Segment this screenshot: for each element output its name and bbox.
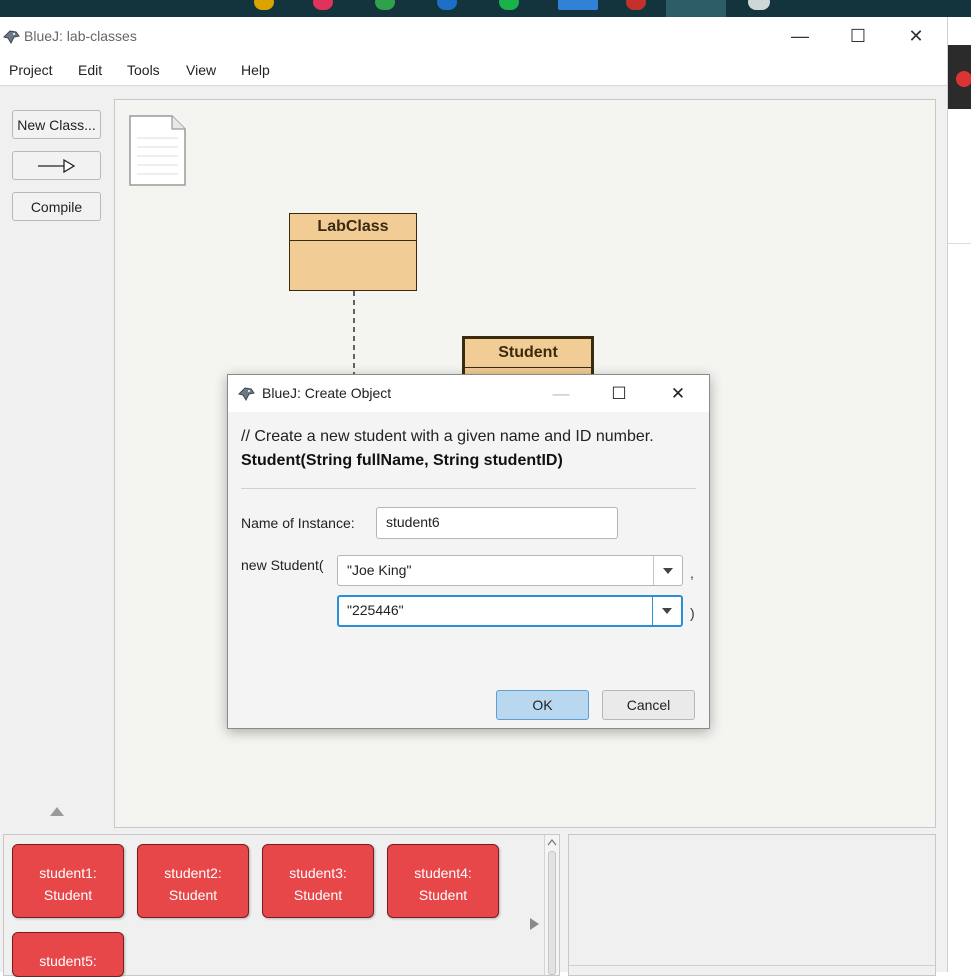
argument-fullname-value: "Joe King": [347, 562, 412, 578]
object-type: Student: [168, 887, 218, 903]
inheritance-arrow-icon: [37, 158, 75, 173]
bluej-bird-icon: [3, 30, 20, 45]
constructor-call-label: new Student(: [241, 557, 324, 573]
class-name: Student: [498, 344, 558, 361]
menu-bar: Project Edit Tools View Help: [0, 55, 947, 86]
dialog-title: BlueJ: Create Object: [262, 385, 392, 401]
object-name: student2:: [164, 865, 222, 881]
object-student4[interactable]: student4: Student: [387, 844, 499, 918]
dialog-maximize-button[interactable]: ☐: [591, 375, 647, 412]
object-name: student3:: [289, 865, 347, 881]
taskbar-app-icon[interactable]: [626, 0, 646, 10]
object-student1[interactable]: student1: Student: [12, 844, 124, 918]
menu-edit[interactable]: Edit: [78, 62, 102, 78]
menu-help[interactable]: Help: [241, 62, 270, 78]
dropdown-button[interactable]: [652, 597, 681, 625]
object-student2[interactable]: student2: Student: [137, 844, 249, 918]
dropdown-button[interactable]: [653, 556, 682, 585]
argument-separator: ,: [690, 565, 694, 581]
taskbar-app-icon[interactable]: [313, 0, 333, 10]
taskbar-app-icon[interactable]: [254, 0, 274, 10]
dialog-close-button[interactable]: ✕: [650, 375, 706, 412]
window-title: BlueJ: lab-classes: [24, 28, 137, 44]
chevron-down-icon: [662, 608, 672, 614]
instance-name-label: Name of Instance:: [241, 515, 355, 531]
readme-document-icon[interactable]: [128, 114, 188, 188]
object-student5[interactable]: student5:: [12, 932, 124, 977]
object-student3[interactable]: student3: Student: [262, 844, 374, 918]
code-pad-panel[interactable]: [568, 834, 936, 976]
class-name: LabClass: [317, 218, 389, 235]
title-bar: BlueJ: lab-classes — ☐ ✕: [0, 17, 947, 55]
class-divider: [290, 240, 416, 241]
taskbar-app-icon[interactable]: [499, 0, 519, 10]
new-class-button[interactable]: New Class...: [12, 110, 101, 139]
class-labclass[interactable]: LabClass: [289, 213, 417, 291]
instance-name-input[interactable]: student6: [376, 507, 618, 539]
chevron-down-icon: [663, 567, 673, 574]
menu-tools[interactable]: Tools: [127, 62, 160, 78]
scroll-up-icon[interactable]: [547, 838, 557, 846]
taskbar-active-app[interactable]: [666, 0, 726, 17]
argument-close-paren: ): [690, 605, 695, 621]
divider: [241, 488, 696, 489]
minimize-button[interactable]: —: [771, 17, 829, 55]
scrollbar-thumb[interactable]: [548, 851, 556, 975]
argument-fullname-combo[interactable]: "Joe King": [337, 555, 683, 586]
menu-project[interactable]: Project: [9, 62, 53, 78]
object-type: Student: [293, 887, 343, 903]
object-type: Student: [418, 887, 468, 903]
constructor-signature: Student(String fullName, String studentI…: [241, 452, 563, 469]
dialog-minimize-button[interactable]: —: [533, 375, 589, 412]
divider: [569, 965, 935, 966]
create-object-dialog: BlueJ: Create Object — ☐ ✕ // Create a n…: [227, 374, 710, 729]
bench-scrollbar[interactable]: [544, 835, 559, 975]
dialog-title-bar: BlueJ: Create Object — ☐ ✕: [228, 375, 709, 412]
class-divider: [465, 367, 591, 368]
divider: [948, 243, 971, 244]
taskbar-app-icon[interactable]: [558, 0, 598, 10]
background-window: [948, 17, 971, 972]
object-name: student5:: [39, 953, 97, 969]
cancel-button[interactable]: Cancel: [602, 690, 695, 720]
taskbar: [0, 0, 971, 17]
argument-studentid-combo[interactable]: "225446": [337, 595, 683, 627]
object-name: student4:: [414, 865, 472, 881]
collapse-up-icon[interactable]: [49, 805, 65, 817]
dependency-arrow: [353, 291, 355, 381]
menu-view[interactable]: View: [186, 62, 216, 78]
object-type: Student: [43, 887, 93, 903]
taskbar-app-icon[interactable]: [748, 0, 770, 10]
maximize-button[interactable]: ☐: [829, 17, 887, 55]
close-button[interactable]: ✕: [887, 17, 945, 55]
compile-button[interactable]: Compile: [12, 192, 101, 221]
taskbar-app-icon[interactable]: [375, 0, 395, 10]
constructor-comment: // Create a new student with a given nam…: [241, 428, 654, 445]
object-name: student1:: [39, 865, 97, 881]
background-window-thumbnail: [948, 45, 971, 109]
taskbar-app-icon[interactable]: [437, 0, 457, 10]
object-bench: student1: Student student2: Student stud…: [3, 834, 560, 977]
argument-studentid-value: "225446": [347, 602, 404, 618]
ok-button[interactable]: OK: [496, 690, 589, 720]
bluej-bird-icon: [238, 387, 255, 402]
scroll-right-icon[interactable]: [528, 917, 540, 931]
new-inheritance-arrow-button[interactable]: [12, 151, 101, 180]
record-icon: [956, 71, 971, 87]
